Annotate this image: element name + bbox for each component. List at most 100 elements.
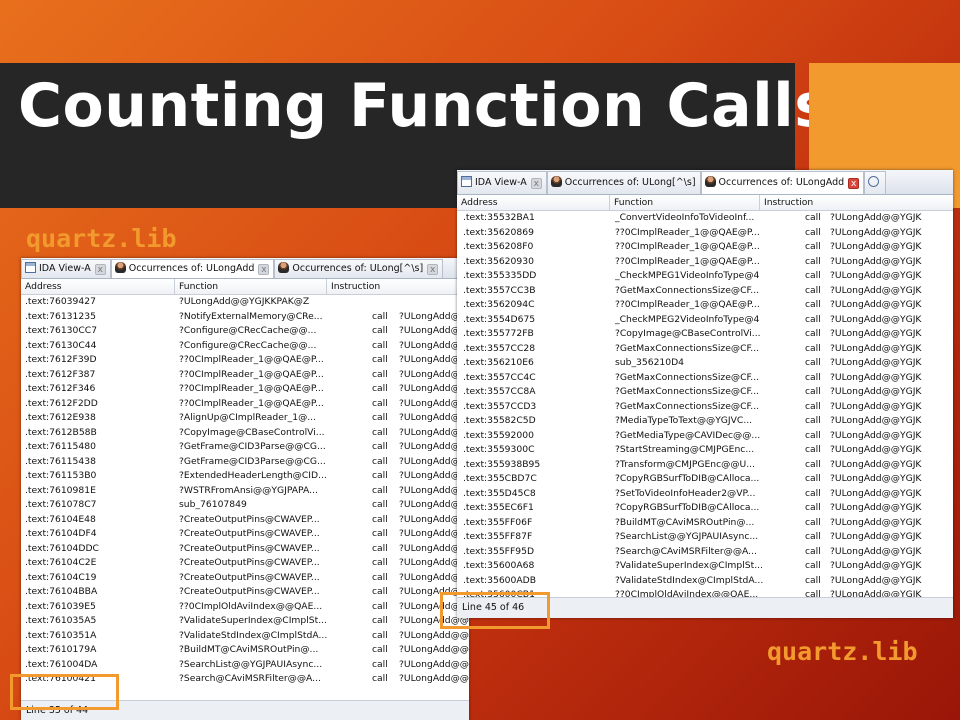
column-header-instruction[interactable]: Instruction: [760, 195, 953, 210]
row-function: ?CreateOutputPins@CWAVEP...: [179, 528, 320, 539]
row-function: ?GetFrame@CID3Parse@@CG...: [179, 441, 326, 452]
right-tab-occurrences-ulongadd[interactable]: Occurrences of: ULongAdd x: [700, 171, 865, 194]
table-row[interactable]: .text:7610981E ?WSTRFromAnsi@@YGJPAPA... c…: [21, 484, 469, 499]
right-tab-bar: IDA View-A x Occurrences of: ULong[^\s] Occ…: [457, 170, 953, 195]
left-tab-occurrences-ulong-regex[interactable]: Occurrences of: ULong[^\s] x: [274, 259, 444, 278]
table-row[interactable]: .text:3557CCD3 ?GetMaxConnectionsSize@CF.…: [457, 400, 953, 415]
row-function: ?SearchList@@YGJPAUIAsync...: [615, 531, 759, 542]
table-row[interactable]: .text:355FF06F ?BuildMT@CAviMSROutPin@...…: [457, 516, 953, 531]
table-row[interactable]: .text:355FF95D ?Search@CAviMSRFilter@@A..…: [457, 545, 953, 560]
right-tab-extra[interactable]: [864, 171, 887, 194]
row-target: ?ULongAdd@@YGJK: [830, 386, 922, 397]
table-row[interactable]: .text:355D45C8 ?SetToVideoInfoHeader2@VP.…: [457, 487, 953, 502]
table-row[interactable]: .text:3562094C ??0CImplReader_1@@QAE@P...…: [457, 298, 953, 313]
table-row[interactable]: .text:3557CC8A ?GetMaxConnectionsSize@CF.…: [457, 385, 953, 400]
column-header-address[interactable]: Address: [21, 279, 175, 294]
table-row[interactable]: .text:76104DDC ?CreateOutputPins@CWAVEP..…: [21, 542, 469, 557]
row-address: .text:3557CC28: [463, 342, 536, 354]
row-function: ?ValidateStdIndex@CImplStdA...: [179, 629, 328, 641]
table-row[interactable]: .text:355938B95 ?Transform@CMJPGEnc@@U...…: [457, 458, 953, 473]
table-row[interactable]: .text:7612F346 ??0CImplReader_1@@QAE@P...…: [21, 382, 469, 397]
table-row[interactable]: .text:76115480 ?GetFrame@CID3Parse@@CG...…: [21, 440, 469, 455]
row-address: .text:355FF95D: [463, 545, 535, 557]
table-row[interactable]: .text:3557CC4C ?GetMaxConnectionsSize@CF.…: [457, 371, 953, 386]
left-column-header: Address Function Instruction: [21, 279, 469, 295]
row-target: ?ULongAdd@@YGJK: [830, 212, 922, 223]
table-row[interactable]: .text:7612B58B ?CopyImage@CBaseControlVi.…: [21, 426, 469, 441]
table-row[interactable]: .text:7610351A ?ValidateStdIndex@CImplStd…: [21, 629, 469, 644]
left-tab-occurrences-ulongadd[interactable]: Occurrences of: ULongAdd x: [110, 259, 275, 278]
row-call: call: [372, 383, 388, 394]
close-icon[interactable]: x: [258, 264, 270, 275]
row-address: .text:761004DA: [25, 658, 98, 670]
table-row[interactable]: .text:3557CC3B ?GetMaxConnectionsSize@CF.…: [457, 284, 953, 299]
close-icon[interactable]: x: [848, 178, 860, 189]
right-ida-window: IDA View-A x Occurrences of: ULong[^\s] Occ…: [457, 170, 953, 618]
table-row[interactable]: .text:76104C2E ?CreateOutputPins@CWAVEP..…: [21, 556, 469, 571]
column-header-instruction[interactable]: Instruction: [327, 279, 469, 294]
right-tab-ida-view[interactable]: IDA View-A x: [457, 171, 547, 194]
table-row[interactable]: .text:35600ADB ?ValidateStdIndex@CImplStd…: [457, 574, 953, 589]
table-row[interactable]: .text:7612E938 ?AlignUp@CImplReader_1@...…: [21, 411, 469, 426]
table-row[interactable]: .text:7610179A ?BuildMT@CAviMSROutPin@...…: [21, 643, 469, 658]
person-icon: [114, 262, 126, 273]
table-row[interactable]: .text:35600A68 ?ValidateSuperIndex@CImplS…: [457, 559, 953, 574]
table-row[interactable]: .text:355FF87F ?SearchList@@YGJPAUIAsync.…: [457, 530, 953, 545]
table-row[interactable]: .text:76104E48 ?CreateOutputPins@CWAVEP..…: [21, 513, 469, 528]
row-target: ?ULongAdd@@YGJK: [830, 574, 922, 586]
table-row[interactable]: .text:76104BBA ?CreateOutputPins@CWAVEP..…: [21, 585, 469, 600]
table-row[interactable]: .text:35620930 ??0CImplReader_1@@QAE@P...…: [457, 255, 953, 270]
row-call: call: [372, 586, 388, 597]
table-row[interactable]: .text:76115438 ?GetFrame@CID3Parse@@CG...…: [21, 455, 469, 470]
row-function: ?ULongAdd@@YGJKKPAK@Z: [179, 296, 310, 307]
table-row[interactable]: .text:356208F0 ??0CImplReader_1@@QAE@P...…: [457, 240, 953, 255]
row-function: ??0CImplReader_1@@QAE@P...: [615, 226, 760, 238]
table-row[interactable]: .text:355335DD _CheckMPEG1VideoInfoType@4…: [457, 269, 953, 284]
table-row[interactable]: .text:7612F39D ??0CImplReader_1@@QAE@P...…: [21, 353, 469, 368]
table-row[interactable]: .text:761039E5 ??0CImplOldAviIndex@@QAE..…: [21, 600, 469, 615]
right-status-highlight: [440, 592, 550, 629]
table-row[interactable]: .text:3559300C ?StartStreaming@CMJPGEnc..…: [457, 443, 953, 458]
row-address: .text:76039427: [25, 296, 96, 307]
column-header-function[interactable]: Function: [610, 195, 760, 210]
table-row[interactable]: .text:355CBD7C ?CopyRGBSurfToDIB@CAlloca.…: [457, 472, 953, 487]
table-row[interactable]: .text:76130CC7 ?Configure@CRecCache@@... c…: [21, 324, 469, 339]
row-function: ??0CImplReader_1@@QAE@P...: [615, 255, 760, 267]
table-row[interactable]: .text:761004DA ?SearchList@@YGJPAUIAsync.…: [21, 658, 469, 673]
table-row[interactable]: .text:76104DF4 ?CreateOutputPins@CWAVEP..…: [21, 527, 469, 542]
table-row[interactable]: .text:7612F2DD ??0CImplReader_1@@QAE@P...…: [21, 397, 469, 412]
table-row[interactable]: .text:761035A5 ?ValidateSuperIndex@CImplS…: [21, 614, 469, 629]
table-row[interactable]: .text:35532BA1 _ConvertVideoInfoToVideoIn…: [457, 211, 953, 226]
table-row[interactable]: .text:761153B0 ?ExtendedHeaderLength@CID.…: [21, 469, 469, 484]
row-call: call: [372, 325, 388, 336]
row-address: .text:7612B58B: [25, 426, 97, 438]
table-row[interactable]: .text:355EC6F1 ?CopyRGBSurfToDIB@CAlloca.…: [457, 501, 953, 516]
column-header-function[interactable]: Function: [175, 279, 327, 294]
table-row[interactable]: .text:76130C44 ?Configure@CRecCache@@... c…: [21, 339, 469, 354]
table-row[interactable]: .text:355772FB ?CopyImage@CBaseControlVi.…: [457, 327, 953, 342]
table-row[interactable]: .text:3554D675 _CheckMPEG2VideoInfoType@4…: [457, 313, 953, 328]
table-row[interactable]: .text:356210E6 sub_356210D4 call ?ULongAdd@…: [457, 356, 953, 371]
circle-icon: [868, 176, 880, 187]
row-function: ?Configure@CRecCache@@...: [179, 325, 317, 336]
table-row[interactable]: .text:7612F387 ??0CImplReader_1@@QAE@P...…: [21, 368, 469, 383]
row-target: ?ULongAdd@@: [399, 629, 469, 641]
table-row[interactable]: .text:35582C5D ?MediaTypeToText@@YGJVC...…: [457, 414, 953, 429]
close-icon[interactable]: x: [530, 178, 542, 189]
table-row[interactable]: .text:35592000 ?GetMediaType@CAVIDec@@...…: [457, 429, 953, 444]
row-address: .text:76115480: [25, 441, 96, 452]
column-header-address[interactable]: Address: [457, 195, 610, 210]
row-call: call: [372, 673, 388, 684]
table-row[interactable]: .text:76039427 ?ULongAdd@@YGJKKPAK@Z: [21, 295, 469, 310]
close-icon[interactable]: x: [94, 264, 106, 275]
table-row[interactable]: .text:76131235 ?NotifyExternalMemory@CRe.…: [21, 310, 469, 325]
table-row[interactable]: .text:761078C7 sub_76107849 call ?ULongAdd@…: [21, 498, 469, 513]
table-row[interactable]: .text:35620869 ??0CImplReader_1@@QAE@P...…: [457, 226, 953, 241]
close-icon[interactable]: x: [427, 264, 439, 275]
table-row[interactable]: .text:3557CC28 ?GetMaxConnectionsSize@CF.…: [457, 342, 953, 357]
right-tab-occurrences-ulong-regex[interactable]: Occurrences of: ULong[^\s]: [546, 171, 701, 194]
row-function: ??0CImplReader_1@@QAE@P...: [179, 354, 324, 365]
left-tab-ida-view[interactable]: IDA View-A x: [21, 259, 111, 278]
table-row[interactable]: .text:76104C19 ?CreateOutputPins@CWAVEP..…: [21, 571, 469, 586]
row-function: ?CreateOutputPins@CWAVEP...: [179, 542, 320, 554]
